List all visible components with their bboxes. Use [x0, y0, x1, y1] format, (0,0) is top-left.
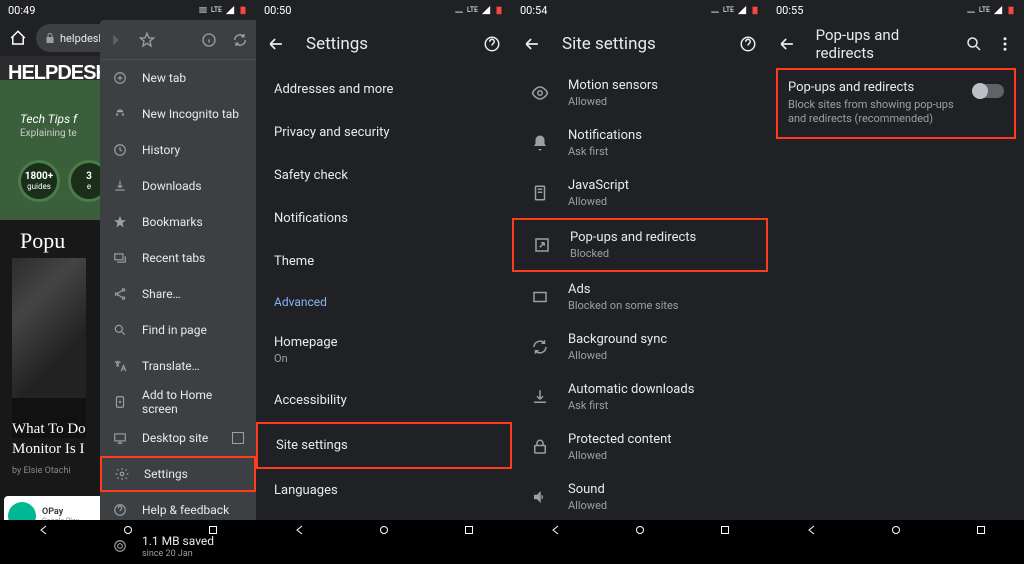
search-icon	[112, 322, 128, 338]
menu-data-saved[interactable]: 1.1 MB savedsince 20 Jan	[100, 528, 256, 564]
site-item-sync[interactable]: Background syncAllowed	[512, 322, 768, 372]
settings-site-settings[interactable]: Site settings	[256, 422, 512, 469]
article-title: What To DoMonitor Is I	[12, 420, 86, 459]
tagline-sub: Explaining te	[20, 128, 77, 139]
plus-icon	[112, 70, 128, 86]
search-icon[interactable]	[961, 30, 987, 58]
badge: 1800+guides	[18, 160, 60, 202]
panel-settings: 00:50LTE Settings Addresses and more Pri…	[256, 0, 512, 540]
status-icons: LTE	[198, 5, 248, 15]
menu-settings[interactable]: Settings	[100, 456, 256, 492]
menu-downloads[interactable]: Downloads	[100, 168, 256, 204]
menu-recent-tabs[interactable]: Recent tabs	[100, 240, 256, 276]
settings-languages[interactable]: Languages	[256, 469, 512, 512]
menu-incognito[interactable]: New Incognito tab	[100, 96, 256, 132]
download-icon	[530, 387, 550, 407]
forward-icon[interactable]	[102, 26, 130, 54]
settings-advanced-header: Advanced	[256, 283, 512, 321]
settings-notifications[interactable]: Notifications	[256, 197, 512, 240]
nav-back-icon[interactable]	[34, 524, 52, 536]
status-bar: 00:49 LTE	[0, 0, 256, 20]
help-icon	[112, 502, 128, 518]
add-home-icon	[112, 394, 128, 410]
site-logo: HELPDESK	[8, 62, 109, 85]
site-item-js[interactable]: JavaScriptAllowed	[512, 168, 768, 218]
more-icon[interactable]	[992, 30, 1018, 58]
menu-add-home[interactable]: Add to Home screen	[100, 384, 256, 420]
toggle-switch[interactable]	[974, 84, 1004, 98]
incognito-icon	[112, 106, 128, 122]
help-icon[interactable]	[478, 30, 506, 58]
recent-tabs-icon	[112, 250, 128, 266]
menu-translate[interactable]: Translate…	[100, 348, 256, 384]
article-card[interactable]	[12, 258, 86, 438]
motion-icon	[530, 83, 550, 103]
site-item-sound[interactable]: SoundAllowed	[512, 472, 768, 520]
menu-bookmarks[interactable]: Bookmarks	[100, 204, 256, 240]
share-icon	[112, 286, 128, 302]
menu-find[interactable]: Find in page	[100, 312, 256, 348]
back-icon[interactable]	[518, 30, 546, 58]
download-icon	[112, 178, 128, 194]
popup-icon	[532, 235, 552, 255]
article-author: by Elsie Otachi	[12, 466, 71, 476]
desktop-icon	[112, 430, 128, 446]
site-item-ads[interactable]: AdsBlocked on some sites	[512, 272, 768, 322]
site-item-popup[interactable]: Pop-ups and redirectsBlocked	[512, 218, 768, 272]
panel-popups: 00:55LTE Pop-ups and redirects Pop-ups a…	[768, 0, 1024, 540]
overflow-menu: New tab New Incognito tab History Downlo…	[100, 20, 256, 520]
settings-theme[interactable]: Theme	[256, 240, 512, 283]
menu-desktop-site[interactable]: Desktop site	[100, 420, 256, 456]
menu-share[interactable]: Share…	[100, 276, 256, 312]
settings-safety[interactable]: Safety check	[256, 154, 512, 197]
panel-site-settings: 00:54LTE Site settings Motion sensorsAll…	[512, 0, 768, 540]
info-icon[interactable]	[195, 26, 223, 54]
panel-browser-menu: 00:49 LTE helpdesk HELPDESK Tech Tips f …	[0, 0, 256, 540]
settings-addresses[interactable]: Addresses and more	[256, 68, 512, 111]
site-item-bell[interactable]: NotificationsAsk first	[512, 118, 768, 168]
ads-icon	[530, 287, 550, 307]
settings-accessibility[interactable]: Accessibility	[256, 379, 512, 422]
bell-icon	[530, 133, 550, 153]
settings-homepage[interactable]: HomepageOn	[256, 321, 512, 379]
menu-help[interactable]: Help & feedback	[100, 492, 256, 528]
protected-icon	[530, 437, 550, 457]
js-icon	[530, 183, 550, 203]
site-item-protected[interactable]: Protected contentAllowed	[512, 422, 768, 472]
settings-lite-mode[interactable]: Lite mode1% data savings	[256, 512, 512, 520]
star-icon[interactable]	[133, 26, 161, 54]
section-heading: Popu	[20, 228, 65, 254]
help-icon[interactable]	[734, 30, 762, 58]
gear-icon	[114, 466, 130, 482]
menu-history[interactable]: History	[100, 132, 256, 168]
star-icon	[112, 214, 128, 230]
settings-privacy[interactable]: Privacy and security	[256, 111, 512, 154]
popups-toggle-row[interactable]: Pop-ups and redirects Block sites from s…	[776, 68, 1016, 139]
translate-icon	[112, 358, 128, 374]
download-icon[interactable]	[164, 26, 192, 54]
home-icon[interactable]	[4, 24, 32, 52]
time: 00:49	[8, 4, 35, 17]
back-icon[interactable]	[262, 30, 290, 58]
sound-icon	[530, 487, 550, 507]
back-icon[interactable]	[774, 30, 800, 58]
data-saver-icon	[112, 538, 128, 554]
site-item-motion[interactable]: Motion sensorsAllowed	[512, 68, 768, 118]
history-icon	[112, 142, 128, 158]
site-item-download[interactable]: Automatic downloadsAsk first	[512, 372, 768, 422]
menu-new-tab[interactable]: New tab	[100, 60, 256, 96]
refresh-icon[interactable]	[226, 26, 254, 54]
tagline: Tech Tips f	[20, 112, 77, 126]
app-bar: Settings	[256, 20, 512, 68]
sync-icon	[530, 337, 550, 357]
